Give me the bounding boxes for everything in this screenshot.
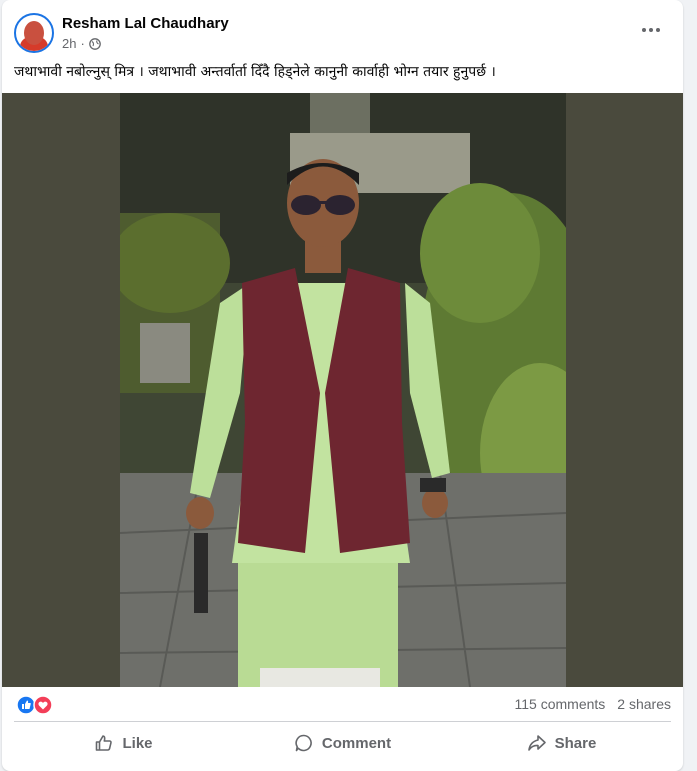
author-name[interactable]: Resham Lal Chaudhary <box>62 15 229 32</box>
like-reaction-icon <box>16 695 36 715</box>
comment-icon <box>295 734 312 752</box>
share-button[interactable]: Share <box>452 723 671 763</box>
post-card: Resham Lal Chaudhary 2h · जथाभावी नबोल्न… <box>2 0 683 771</box>
thumbs-up-icon <box>96 735 113 751</box>
like-label: Like <box>122 734 153 752</box>
like-button[interactable]: Like <box>14 723 233 763</box>
comment-button[interactable]: Comment <box>233 723 452 763</box>
actions-divider <box>14 721 671 722</box>
share-icon <box>527 735 546 751</box>
author-avatar[interactable] <box>14 13 54 53</box>
love-reaction-icon <box>33 695 53 715</box>
shares-count[interactable]: 2 shares <box>617 696 671 712</box>
more-dot <box>649 28 653 32</box>
globe-icon <box>88 37 101 50</box>
avatar-face <box>24 21 44 45</box>
reactions-summary[interactable] <box>16 695 56 715</box>
post-actions: Like Comment Share <box>14 723 671 763</box>
post-header: Resham Lal Chaudhary 2h · <box>2 0 683 60</box>
more-dot <box>642 28 646 32</box>
dot-separator: · <box>80 36 85 51</box>
post-photo[interactable] <box>120 93 566 687</box>
comments-count[interactable]: 115 comments <box>515 696 606 712</box>
engagement-counts: 115 comments 2 shares <box>515 696 671 712</box>
comment-label: Comment <box>321 734 392 752</box>
post-time[interactable]: 2h <box>62 36 76 51</box>
share-label: Share <box>554 734 597 752</box>
more-dot <box>656 28 660 32</box>
post-media[interactable] <box>2 93 683 687</box>
post-meta: 2h · <box>62 36 101 51</box>
more-options-icon[interactable] <box>637 20 665 40</box>
post-caption: जथाभावी नबोल्नुस् मित्र । जथाभावी अन्तर्… <box>14 64 496 80</box>
post-stats: 115 comments 2 shares <box>2 687 683 721</box>
photo-illustration <box>120 93 566 687</box>
